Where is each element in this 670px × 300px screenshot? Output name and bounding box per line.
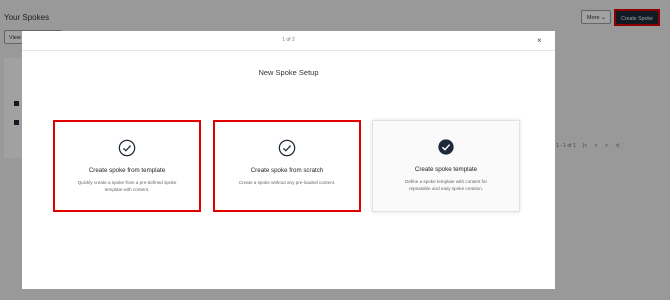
check-circle-outline-icon — [215, 139, 359, 159]
modal-divider — [22, 50, 555, 51]
card-description: Quickly create a spoke from a pre-define… — [77, 180, 177, 192]
modal-title: New Spoke Setup — [258, 68, 319, 77]
check-circle-outline-icon — [55, 139, 199, 159]
modal-step-indicator: 1 of 2 — [282, 37, 295, 43]
card-description: Define a spoke template with content for… — [405, 179, 487, 191]
card-create-from-template[interactable]: Create spoke from template Quickly creat… — [53, 120, 201, 212]
card-title: Create spoke from template — [88, 167, 166, 174]
card-description: Create a spoke without any pre-loaded co… — [238, 180, 336, 185]
check-circle-filled-icon — [373, 138, 519, 158]
card-create-spoke-template[interactable]: Create spoke template Define a spoke tem… — [372, 120, 520, 212]
card-title: Create spoke from scratch — [250, 167, 324, 174]
card-create-from-scratch[interactable]: Create spoke from scratch Create a spoke… — [213, 120, 361, 212]
new-spoke-modal: 1 of 2 × New Spoke Setup Create spoke fr… — [22, 31, 555, 289]
close-icon[interactable]: × — [537, 36, 542, 45]
card-title: Create spoke template — [414, 166, 478, 173]
